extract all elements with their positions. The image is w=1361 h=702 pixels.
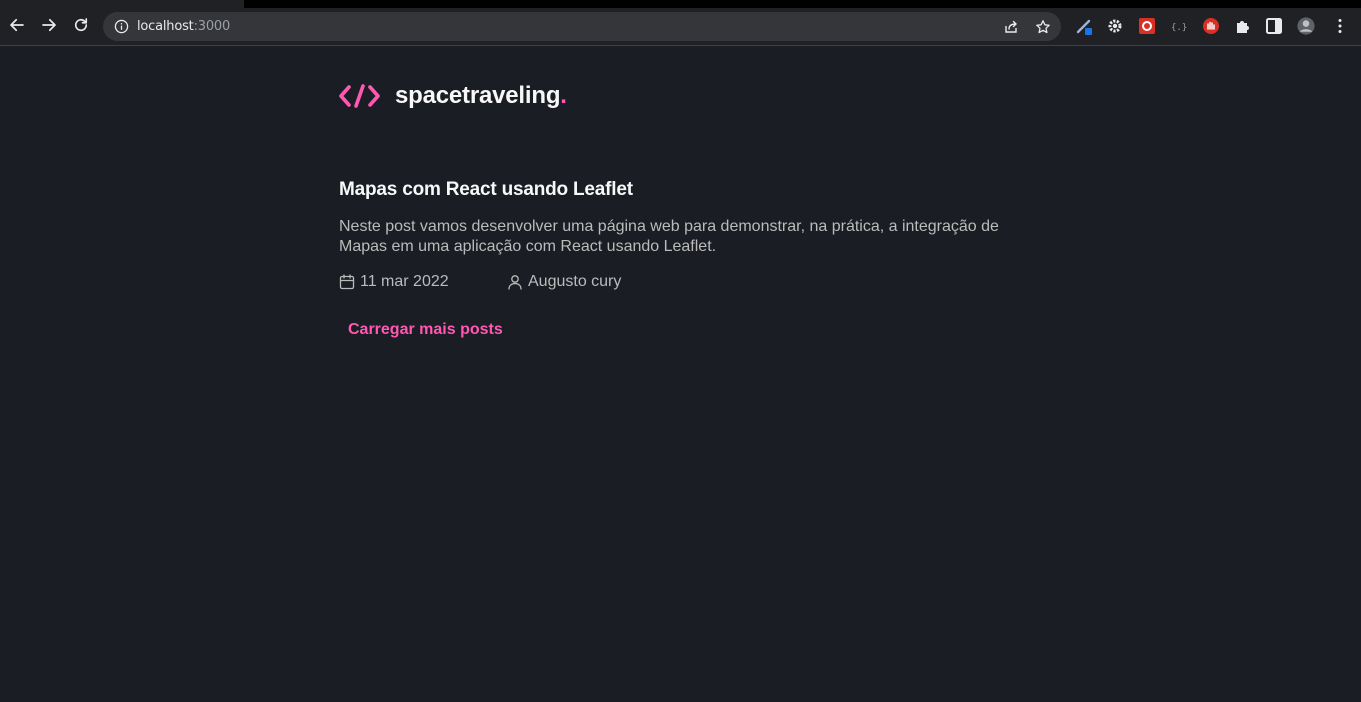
post-title[interactable]: Mapas com React usando Leaflet (339, 179, 1029, 201)
back-button[interactable] (7, 15, 27, 35)
kebab-menu-icon[interactable] (1331, 17, 1349, 35)
url-text[interactable]: localhost:3000 (137, 19, 230, 34)
reload-icon (74, 18, 88, 32)
load-more-button[interactable]: Carregar mais posts (348, 321, 503, 339)
post-meta: 11 mar 2022 Augusto cury (339, 273, 1029, 291)
side-panel-icon[interactable] (1265, 17, 1283, 35)
star-icon[interactable] (1035, 19, 1051, 35)
profile-avatar-icon[interactable] (1297, 17, 1315, 35)
tab-strip (244, 0, 1361, 8)
forward-arrow-icon (42, 18, 56, 32)
puzzle-icon[interactable] (1234, 17, 1252, 35)
brand-dot: . (560, 82, 567, 109)
site-logo[interactable]: spacetraveling. (339, 82, 567, 109)
post-subtitle: Neste post vamos desenvolver uma página … (339, 218, 999, 255)
info-icon[interactable] (114, 19, 129, 34)
user-icon (508, 275, 522, 290)
reload-button[interactable] (71, 15, 91, 35)
calendar-icon (339, 274, 355, 290)
post-author: Augusto cury (507, 273, 621, 291)
extension-gear-icon[interactable] (1106, 17, 1124, 35)
post-date-text: 11 mar 2022 (360, 273, 449, 290)
extension-red-icon[interactable] (1138, 17, 1156, 35)
extension-code-icon[interactable]: {.} (1170, 17, 1188, 35)
post-author-text: Augusto cury (528, 273, 622, 290)
browser-toolbar: localhost:3000 {.} (0, 0, 1361, 46)
forward-button[interactable] (39, 15, 59, 35)
extension-hand-icon[interactable] (1202, 17, 1220, 35)
code-brackets-icon (339, 84, 380, 108)
page-content: spacetraveling. Mapas com React usando L… (0, 47, 1361, 702)
svg-text:{.}: {.} (1171, 23, 1187, 33)
back-arrow-icon (10, 18, 24, 32)
extension-pen-icon[interactable] (1075, 17, 1093, 35)
brand-name: spacetraveling (395, 82, 561, 109)
share-icon[interactable] (1003, 19, 1019, 35)
post-date: 11 mar 2022 (339, 273, 507, 291)
post-card[interactable]: Mapas com React usando Leaflet Neste pos… (339, 179, 1029, 291)
address-bar[interactable]: localhost:3000 (103, 12, 1061, 41)
url-host: localhost (137, 19, 194, 34)
url-port: :3000 (193, 19, 231, 34)
